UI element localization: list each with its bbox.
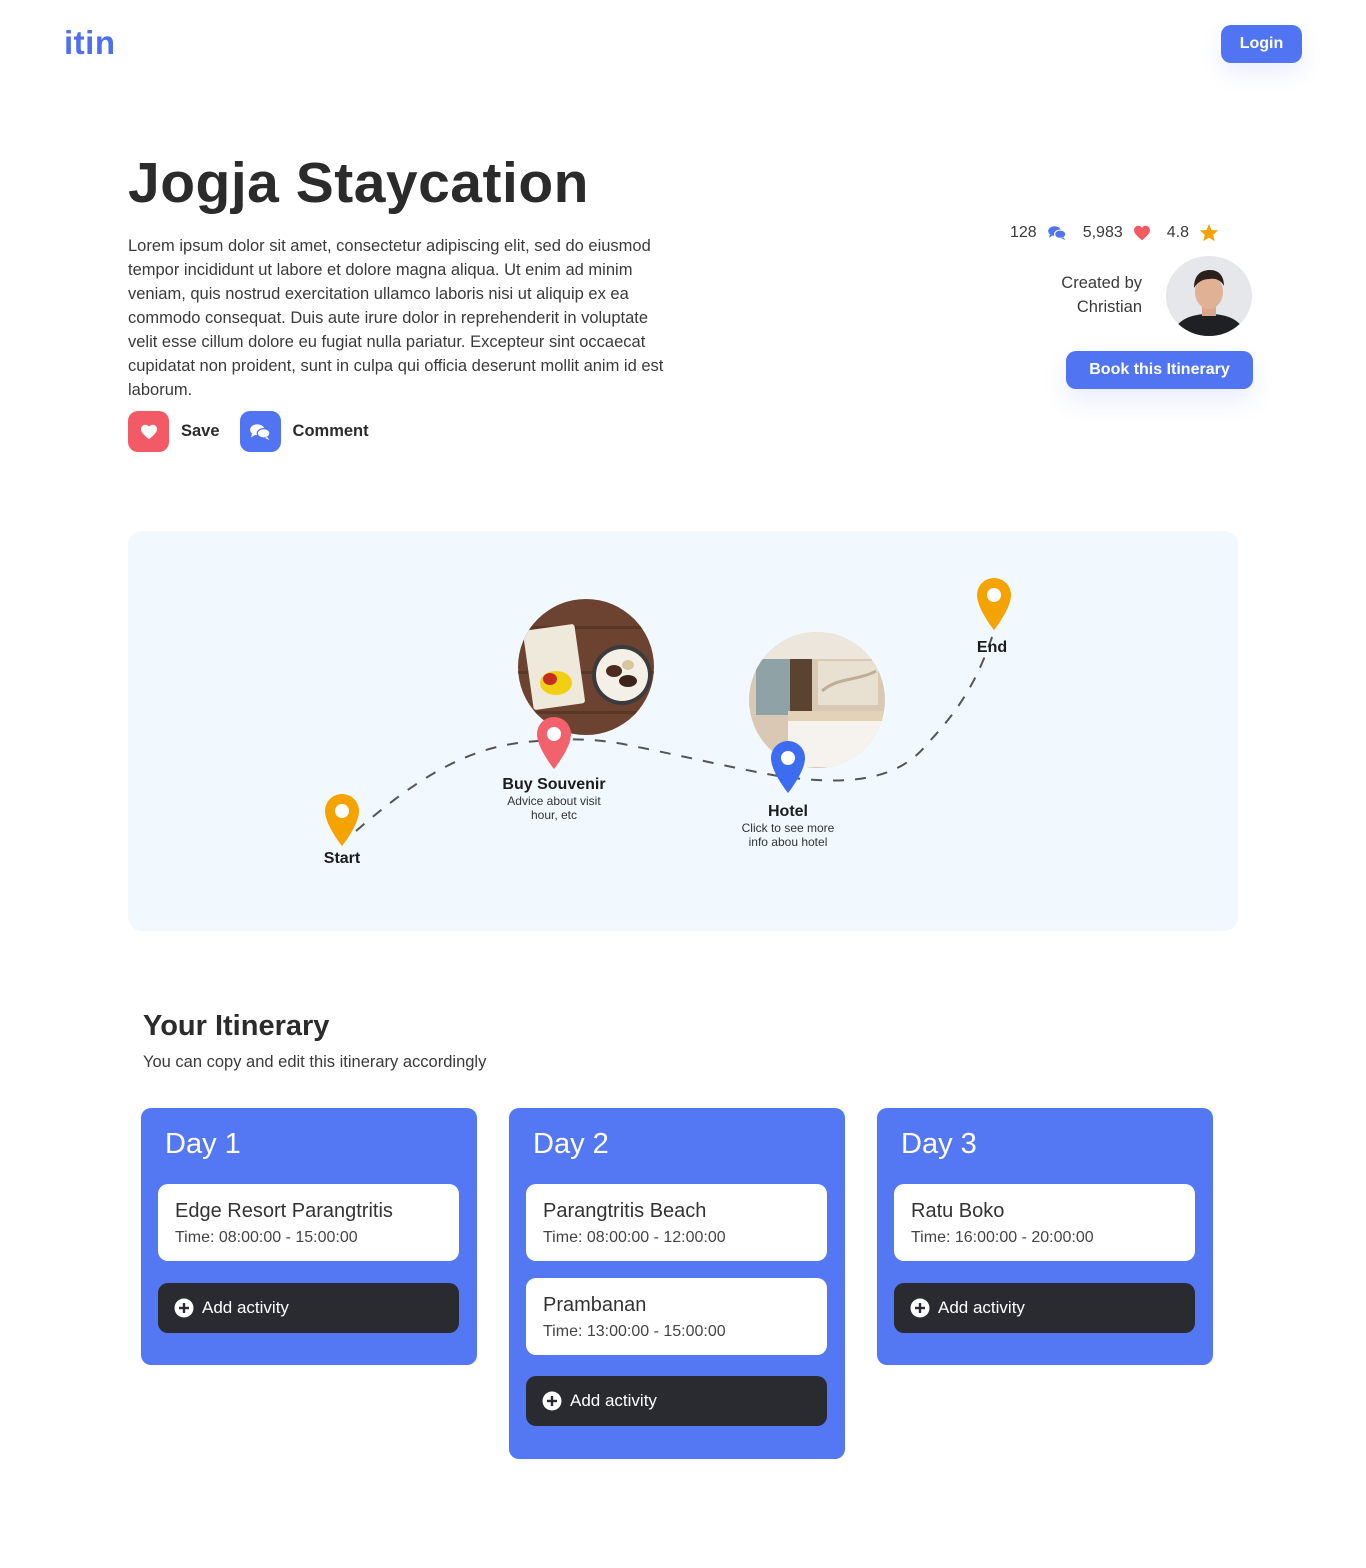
day-title: Day 3 [901, 1128, 977, 1160]
created-by-label: Created by [1061, 274, 1142, 292]
activity-card[interactable]: Prambanan Time: 13:00:00 - 15:00:00 [526, 1278, 827, 1355]
save-button[interactable] [128, 411, 169, 452]
login-button[interactable]: Login [1221, 25, 1302, 63]
end-label-text: End [976, 639, 1008, 656]
souvenir-photo [518, 599, 654, 735]
action-row: Save Comment [128, 411, 369, 452]
stop-hotel-title: Hotel [768, 803, 808, 820]
stop-hotel-line2: info abou hotel [748, 835, 828, 849]
page-title: Jogja Staycation [128, 151, 589, 215]
activity-card[interactable]: Ratu Boko Time: 16:00:00 - 20:00:00 [894, 1184, 1195, 1261]
end-label: End [952, 639, 1032, 657]
heart-icon [140, 424, 157, 439]
activity-name: Edge Resort Parangtritis [175, 1200, 393, 1222]
add-activity-label: Add activity [570, 1391, 657, 1410]
itinerary-description: Lorem ipsum dolor sit amet, consectetur … [128, 237, 664, 399]
section-title: Your Itinerary [143, 1010, 330, 1042]
logo[interactable]: itin [64, 24, 115, 62]
comment-count: 128 [1010, 223, 1037, 241]
plus-circle-icon [174, 1298, 194, 1318]
star-icon [1199, 223, 1219, 242]
day-title: Day 1 [165, 1128, 241, 1160]
day-title: Day 2 [533, 1128, 609, 1160]
plus-circle-icon [910, 1298, 930, 1318]
hotel-pin [771, 741, 805, 793]
day-card-3: Day 3 Ratu Boko Time: 16:00:00 - 20:00:0… [877, 1108, 1213, 1365]
hotel-photo [749, 632, 885, 768]
stop-hotel-line1: Click to see more [741, 821, 835, 835]
section-subtitle: You can copy and edit this itinerary acc… [143, 1053, 487, 1071]
stats-bar: 128 5,983 4.8 [1010, 223, 1235, 242]
add-activity-label: Add activity [938, 1298, 1025, 1317]
end-pin [977, 578, 1011, 630]
activity-time: Time: 13:00:00 - 15:00:00 [543, 1323, 726, 1340]
activity-time: Time: 08:00:00 - 12:00:00 [543, 1229, 726, 1246]
like-count: 5,983 [1082, 223, 1123, 241]
day-card-2: Day 2 Parangtritis Beach Time: 08:00:00 … [509, 1108, 845, 1459]
activity-name: Prambanan [543, 1294, 647, 1316]
start-label: Start [302, 850, 382, 868]
souvenir-pin [537, 717, 571, 769]
activity-time: Time: 08:00:00 - 15:00:00 [175, 1229, 358, 1246]
activity-name: Ratu Boko [911, 1200, 1005, 1222]
avatar[interactable] [1166, 256, 1252, 336]
start-label-text: Start [323, 850, 361, 867]
comment-label[interactable]: Comment [293, 422, 369, 441]
stop-souvenir[interactable]: Buy Souvenir Advice about visit hour, et… [474, 776, 634, 822]
comments-icon [1047, 225, 1067, 241]
stop-souvenir-line1: Advice about visit [507, 794, 601, 808]
route-map: Start End Buy Souvenir Advice about visi… [128, 531, 1238, 931]
creator-info: Created by Christian [1020, 271, 1142, 319]
route-path [355, 630, 995, 832]
add-activity-button[interactable]: Add activity [158, 1283, 459, 1333]
activity-card[interactable]: Edge Resort Parangtritis Time: 08:00:00 … [158, 1184, 459, 1261]
stop-souvenir-title: Buy Souvenir [502, 776, 606, 793]
start-pin [325, 794, 359, 846]
comment-button[interactable] [239, 411, 281, 452]
creator-name[interactable]: Christian [1077, 298, 1142, 316]
plus-circle-icon [542, 1391, 562, 1411]
comments-icon [250, 423, 271, 440]
activity-card[interactable]: Parangtritis Beach Time: 08:00:00 - 12:0… [526, 1184, 827, 1261]
day-card-1: Day 1 Edge Resort Parangtritis Time: 08:… [141, 1108, 477, 1365]
rating-value: 4.8 [1166, 223, 1189, 241]
route-svg [325, 578, 1011, 846]
save-label[interactable]: Save [181, 422, 220, 441]
add-activity-label: Add activity [202, 1298, 289, 1317]
add-activity-button[interactable]: Add activity [894, 1283, 1195, 1333]
heart-icon [1133, 225, 1151, 241]
activity-name: Parangtritis Beach [543, 1200, 707, 1222]
stop-souvenir-line2: hour, etc [530, 808, 578, 822]
activity-time: Time: 16:00:00 - 20:00:00 [911, 1229, 1094, 1246]
book-itinerary-button[interactable]: Book this Itinerary [1066, 351, 1253, 389]
add-activity-button[interactable]: Add activity [526, 1376, 827, 1426]
stop-hotel[interactable]: Hotel Click to see more info abou hotel [708, 803, 868, 849]
